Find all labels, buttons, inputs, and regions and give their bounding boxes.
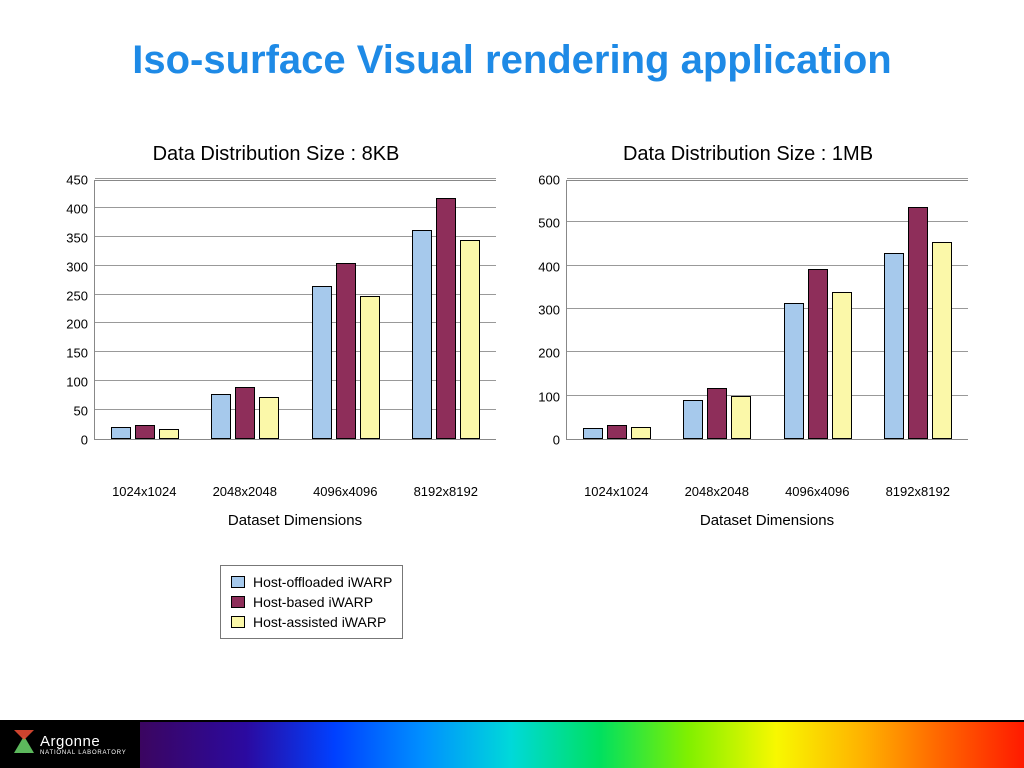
chart-8kb: Data Distribution Size : 8KB 0 50 100 150 20…	[56, 143, 496, 529]
bar-group	[884, 207, 952, 439]
x-tick-label: 2048x2048	[685, 484, 749, 499]
x-tick-label: 1024x1024	[584, 484, 648, 499]
spectrum-bar	[140, 720, 1024, 768]
bar	[312, 286, 332, 439]
bar	[683, 400, 703, 439]
swatch-icon	[231, 596, 245, 608]
legend: Host-offloaded iWARP Host-based iWARP Ho…	[220, 565, 403, 639]
bar	[631, 427, 651, 439]
swatch-icon	[231, 616, 245, 628]
y-tick: 100	[538, 389, 560, 404]
x-tick-label: 4096x4096	[313, 484, 377, 499]
bar	[884, 253, 904, 439]
plot-area	[94, 180, 496, 440]
legend-item-assisted: Host-assisted iWARP	[231, 612, 392, 632]
bar	[908, 207, 928, 439]
swatch-icon	[231, 576, 245, 588]
legend-item-offloaded: Host-offloaded iWARP	[231, 572, 392, 592]
y-tick: 200	[66, 317, 88, 332]
bar	[436, 198, 456, 439]
y-tick: 400	[66, 201, 88, 216]
x-axis-title: Dataset Dimensions	[566, 512, 968, 529]
grid-line	[95, 178, 496, 179]
bar	[211, 394, 231, 439]
bar-group	[412, 198, 480, 439]
page-title: Iso-surface Visual rendering application	[0, 0, 1024, 83]
bar-group	[312, 263, 380, 439]
y-tick: 0	[553, 433, 560, 448]
plot-area	[566, 180, 968, 440]
bar	[336, 263, 356, 439]
bar	[583, 428, 603, 439]
bar	[259, 397, 279, 439]
y-tick: 250	[66, 288, 88, 303]
y-tick: 0	[81, 433, 88, 448]
y-tick: 150	[66, 346, 88, 361]
grid-line	[567, 178, 968, 179]
legend-label: Host-based iWARP	[253, 594, 373, 610]
y-tick: 350	[66, 230, 88, 245]
chart-1mb: Data Distribution Size : 1MB 0 100 200 300 4…	[528, 143, 968, 529]
y-tick: 100	[66, 375, 88, 390]
bar	[808, 269, 828, 439]
bar	[832, 292, 852, 439]
logo-sub: NATIONAL LABORATORY	[40, 750, 127, 756]
bar	[412, 230, 432, 439]
bar-group	[583, 425, 651, 439]
bar	[360, 296, 380, 439]
y-tick: 200	[538, 346, 560, 361]
argonne-logo: Argonne NATIONAL LABORATORY	[0, 720, 140, 768]
bar	[707, 388, 727, 439]
x-labels: 1024x1024 2048x2048 4096x4096 8192x8192	[94, 480, 496, 500]
x-tick-label: 4096x4096	[785, 484, 849, 499]
bar-group	[211, 387, 279, 439]
y-tick: 300	[66, 259, 88, 274]
y-axis: 050100150200250300350400450	[56, 180, 94, 440]
y-tick: 400	[538, 259, 560, 274]
logo-icon	[14, 736, 34, 753]
x-tick-label: 8192x8192	[414, 484, 478, 499]
x-tick-label: 1024x1024	[112, 484, 176, 499]
x-labels: 1024x1024 2048x2048 4096x4096 8192x8192	[566, 480, 968, 500]
y-tick: 500	[538, 216, 560, 231]
legend-item-based: Host-based iWARP	[231, 592, 392, 612]
chart-8kb-title: Data Distribution Size : 8KB	[56, 143, 496, 166]
legend-label: Host-assisted iWARP	[253, 614, 386, 630]
bar	[159, 429, 179, 439]
y-axis: 0100200300400500600	[528, 180, 566, 440]
x-axis-title: Dataset Dimensions	[94, 512, 496, 529]
x-tick-label: 8192x8192	[886, 484, 950, 499]
bar	[111, 427, 131, 439]
bar-group	[784, 269, 852, 439]
y-tick: 600	[538, 173, 560, 188]
bar	[235, 387, 255, 439]
bar-group	[683, 388, 751, 439]
bar	[932, 242, 952, 439]
y-tick: 450	[66, 173, 88, 188]
bar	[731, 396, 751, 439]
bar-group	[111, 425, 179, 439]
footer: Argonne NATIONAL LABORATORY	[0, 720, 1024, 768]
legend-label: Host-offloaded iWARP	[253, 574, 392, 590]
x-tick-label: 2048x2048	[213, 484, 277, 499]
bar	[607, 425, 627, 439]
bar	[460, 240, 480, 439]
logo-main: Argonne	[40, 733, 127, 750]
y-tick: 300	[538, 303, 560, 318]
bar	[135, 425, 155, 439]
chart-1mb-title: Data Distribution Size : 1MB	[528, 143, 968, 166]
charts-row: Data Distribution Size : 8KB 0 50 100 150 20…	[0, 143, 1024, 529]
y-tick: 50	[74, 404, 88, 419]
bar	[784, 303, 804, 440]
